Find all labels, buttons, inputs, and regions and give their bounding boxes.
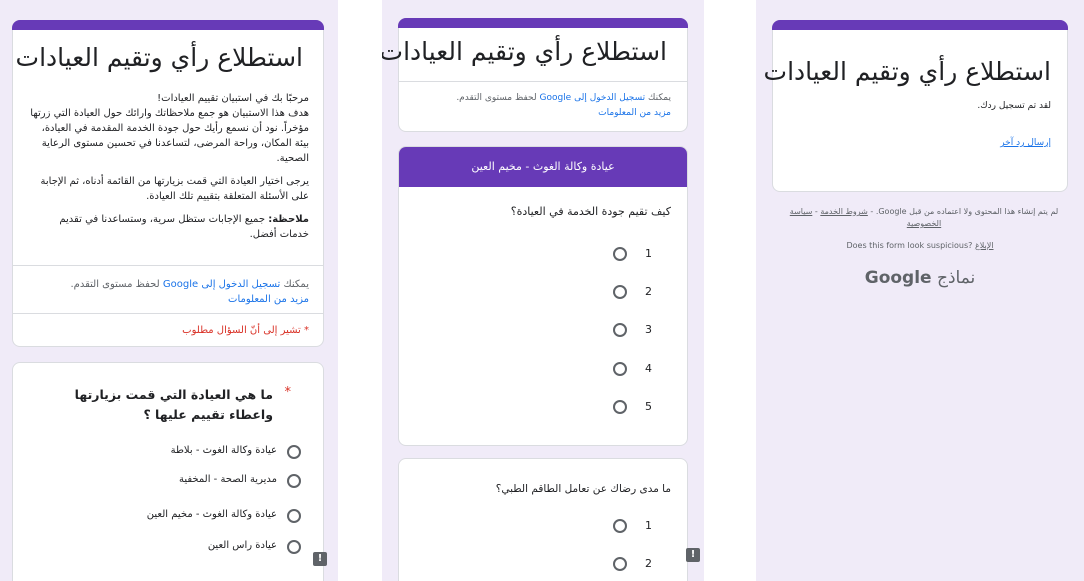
suspicious-text: Does this form look suspicious? <box>846 241 975 250</box>
required-note: * تشير إلى أنّ السؤال مطلوب <box>182 325 309 336</box>
form-confirmation-panel: استطلاع رأي وتقيم العيادات لقد تم تسجيل … <box>756 0 1084 581</box>
option-label[interactable]: 2 <box>645 557 652 570</box>
rating-question-card: عيادة وكالة الغوث - مخيم العين كيف تقيم … <box>398 146 688 446</box>
question-title: ما هي العيادة التي قمت بزيارتها واعطاء ت… <box>74 387 273 422</box>
option-label[interactable]: عيادة وكالة الغوث - بلاطة <box>171 445 277 456</box>
confirmation-message: لقد تم تسجيل ردك. <box>977 101 1051 111</box>
section-header: عيادة وكالة الغوث - مخيم العين <box>399 147 687 187</box>
option-label[interactable]: 5 <box>645 400 652 413</box>
option-label[interactable]: 2 <box>645 285 652 298</box>
report-link[interactable]: الإبلاغ <box>975 241 994 250</box>
required-star: * <box>284 385 292 400</box>
learn-more-link[interactable]: مزيد من المعلومات <box>598 108 671 118</box>
signin-suffix: لحفظ مستوى التقدم. <box>70 279 163 290</box>
option-label[interactable]: 4 <box>645 362 652 375</box>
signin-link[interactable]: تسجيل الدخول إلى Google <box>539 93 645 103</box>
radio-button[interactable] <box>613 400 627 414</box>
radio-button[interactable] <box>287 445 301 459</box>
rating-question-card: ما مدى رضاك عن تعامل الطاقم الطبي؟ 1 2 <box>398 458 688 581</box>
confirmation-card: استطلاع رأي وتقيم العيادات لقد تم تسجيل … <box>764 20 1068 192</box>
radio-button[interactable] <box>287 474 301 488</box>
google-forms-logo[interactable]: نماذج Google <box>756 268 1084 288</box>
disclaimer-text: لم يتم إنشاء هذا المحتوى ولا اعتماده من … <box>867 207 1059 216</box>
form-title: استطلاع رأي وتقيم العيادات <box>763 57 1051 86</box>
suspicious-notice: Does this form look suspicious? الإبلاغ <box>766 240 1074 252</box>
form-intro-panel: استطلاع رأي وتقيم العيادات مرحبًا بك في … <box>0 0 338 581</box>
form-header-card: استطلاع رأي وتقيم العيادات يمكنك تسجيل ا… <box>382 18 688 132</box>
note-label: ملاحظة: <box>268 214 309 225</box>
question-title: ما مدى رضاك عن تعامل الطاقم الطبي؟ <box>495 483 671 495</box>
note-text: ملاحظة: جميع الإجابات ستظل سرية، وستساعد… <box>27 212 309 242</box>
radio-button[interactable] <box>613 323 627 337</box>
radio-button[interactable] <box>613 285 627 299</box>
divider <box>399 81 687 82</box>
question-title: كيف تقيم جودة الخدمة في العيادة؟ <box>510 205 671 218</box>
radio-button[interactable] <box>613 247 627 261</box>
option-label[interactable]: 3 <box>645 323 652 336</box>
option-label[interactable]: 1 <box>645 247 652 260</box>
signin-prefix: يمكنك <box>645 93 671 103</box>
intro-text: هدف هذا الاستبيان هو جمع ملاحظاتك وارائك… <box>30 108 309 164</box>
instruction-text: يرجى اختيار العيادة التي قمت بزيارتها من… <box>40 176 310 202</box>
radio-button[interactable] <box>613 519 627 533</box>
radio-button[interactable] <box>613 557 627 571</box>
submit-another-link[interactable]: إرسال رد آخر <box>1000 136 1051 151</box>
option-label[interactable]: عيادة وكالة الغوث - مخيم العين <box>147 509 277 520</box>
signin-prefix: يمكنك <box>280 279 309 290</box>
radio-button[interactable] <box>613 362 627 376</box>
option-label[interactable]: 1 <box>645 519 652 532</box>
intro-greeting: مرحبًا بك في استبيان تقييم العيادات! <box>157 93 309 104</box>
footer-disclaimer: لم يتم إنشاء هذا المحتوى ولا اعتماده من … <box>776 206 1072 230</box>
signin-notice: يمكنك تسجيل الدخول إلى Google لحفظ مستوى… <box>27 277 309 307</box>
option-label[interactable]: مديرية الصحة - المخفية <box>179 474 277 485</box>
divider <box>13 313 323 314</box>
learn-more-link[interactable]: مزيد من المعلومات <box>228 294 309 305</box>
signin-suffix: لحفظ مستوى التقدم. <box>456 93 540 103</box>
signin-link[interactable]: تسجيل الدخول إلى Google <box>163 279 280 290</box>
report-icon[interactable]: ! <box>686 548 700 562</box>
radio-button[interactable] <box>287 509 301 523</box>
form-title: استطلاع رأي وتقيم العيادات <box>382 37 667 66</box>
form-section-panel: استطلاع رأي وتقيم العيادات يمكنك تسجيل ا… <box>382 0 704 581</box>
form-header-card: استطلاع رأي وتقيم العيادات مرحبًا بك في … <box>12 20 324 347</box>
card-accent-bar <box>772 20 1068 30</box>
report-icon[interactable]: ! <box>313 552 327 566</box>
forms-word: نماذج <box>931 268 976 288</box>
form-title: استطلاع رأي وتقيم العيادات <box>15 43 303 72</box>
form-description: مرحبًا بك في استبيان تقييم العيادات! هدف… <box>27 91 309 242</box>
card-accent-bar <box>12 20 324 30</box>
option-label[interactable]: عيادة راس العين <box>208 540 277 551</box>
signin-notice: يمكنك تسجيل الدخول إلى Google لحفظ مستوى… <box>411 91 671 121</box>
question-card: ما هي العيادة التي قمت بزيارتها واعطاء ت… <box>12 362 324 581</box>
terms-link[interactable]: شروط الخدمة <box>820 207 868 216</box>
radio-button[interactable] <box>287 540 301 554</box>
divider <box>13 265 323 266</box>
card-accent-bar <box>398 18 688 28</box>
google-word: Google <box>864 268 932 288</box>
